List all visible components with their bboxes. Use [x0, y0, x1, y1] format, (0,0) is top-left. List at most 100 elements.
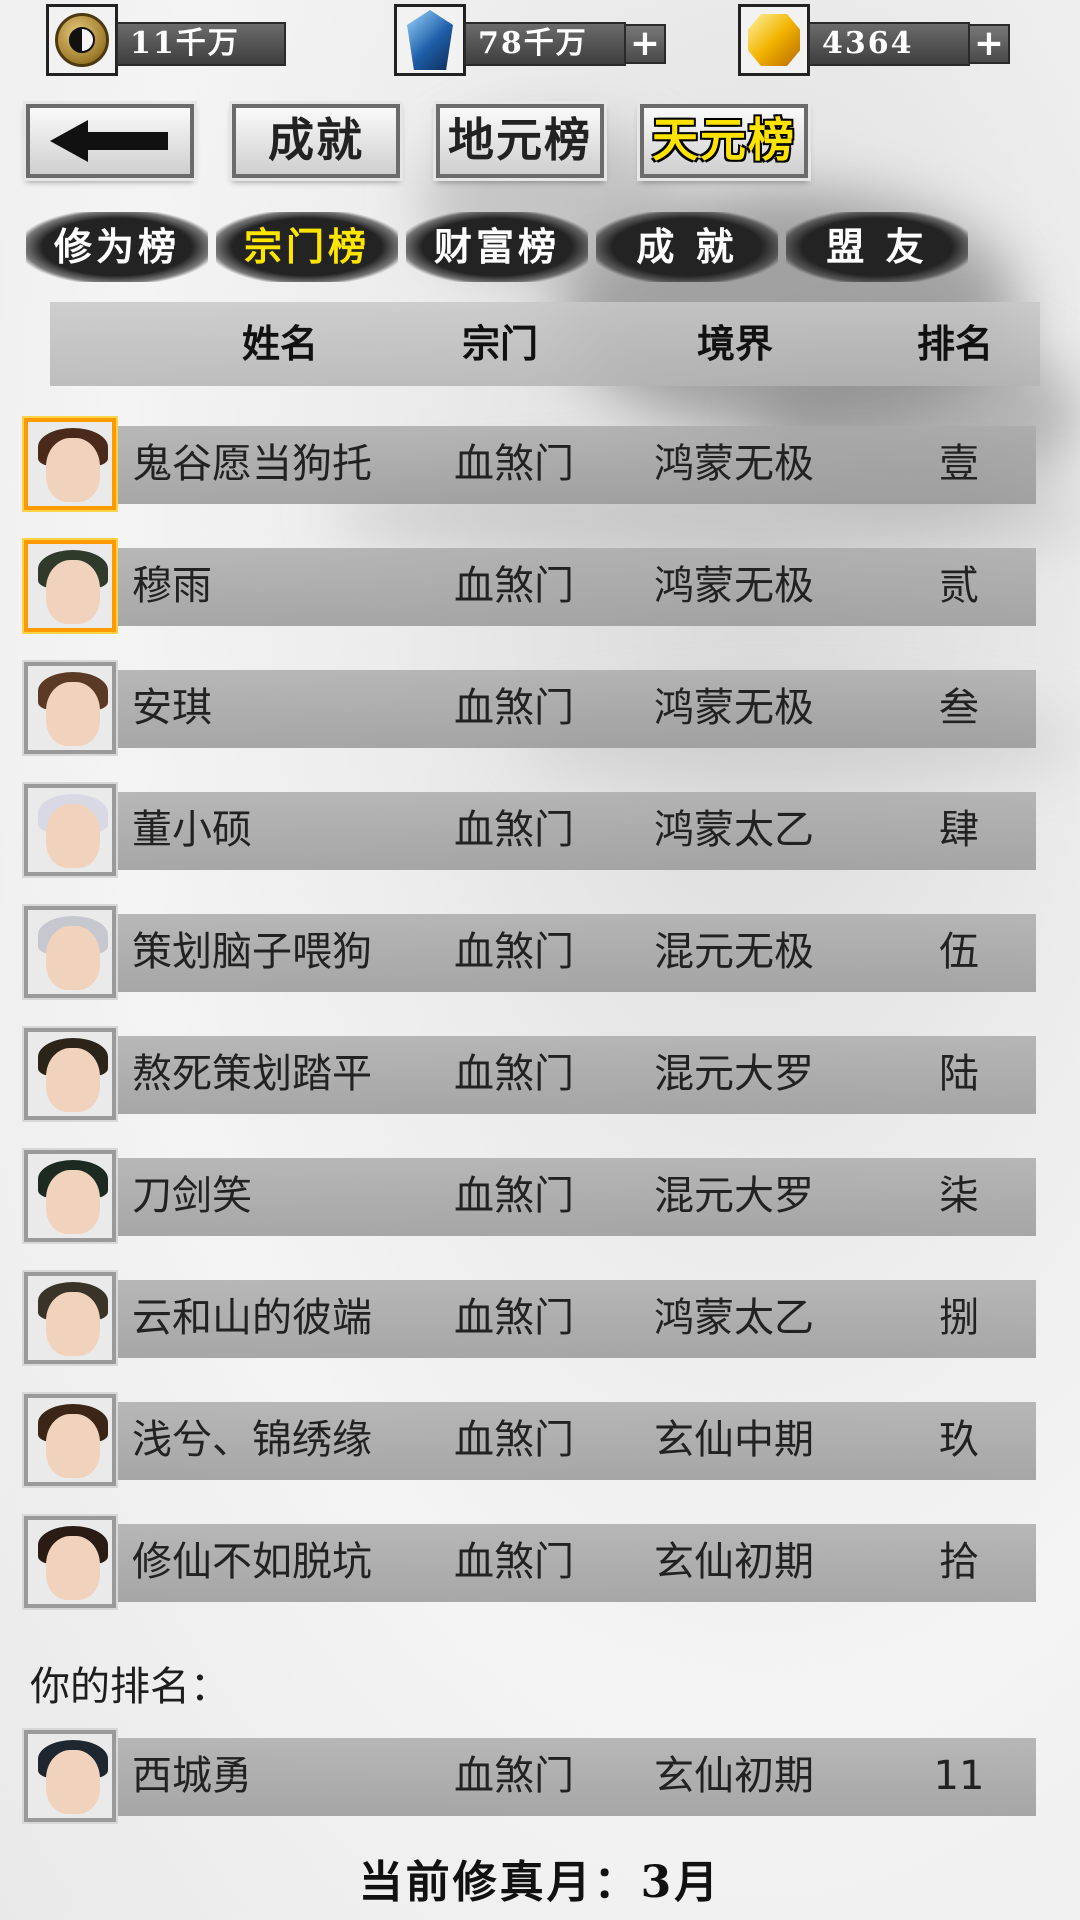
player-realm: 鸿蒙无极 [654, 685, 814, 731]
player-sect: 血煞门 [454, 1051, 574, 1097]
tab-achievement[interactable]: 成 就 [596, 212, 778, 282]
player-realm: 鸿蒙无极 [654, 563, 814, 609]
avatar-face [46, 560, 100, 624]
player-name: 鬼谷愿当狗托 [132, 441, 372, 487]
player-name: 云和山的彼端 [132, 1295, 372, 1341]
player-sect: 血煞门 [454, 1753, 574, 1799]
blue-crystal-icon [394, 4, 466, 76]
player-realm: 混元大罗 [654, 1173, 814, 1219]
player-rank: 叁 [939, 685, 979, 731]
table-row[interactable]: 云和山的彼端 血煞门 鸿蒙太乙 捌 [22, 1270, 1036, 1366]
player-sect: 血煞门 [454, 1417, 574, 1463]
resource-crystal: 78千万 + [394, 4, 674, 80]
player-rank: 伍 [939, 929, 979, 975]
avatar[interactable] [22, 538, 118, 634]
table-row[interactable]: 策划脑子喂狗 血煞门 混元无极 伍 [22, 904, 1036, 1000]
back-arrow-icon [50, 120, 168, 162]
earth-board-button[interactable]: 地元榜 [433, 101, 607, 181]
player-realm: 玄仙中期 [654, 1417, 814, 1463]
resource-value: 78千万 [464, 22, 626, 66]
player-rank: 玖 [939, 1417, 979, 1463]
player-sect: 血煞门 [454, 929, 574, 975]
player-realm: 鸿蒙太乙 [654, 1295, 814, 1341]
tab-cultivation[interactable]: 修为榜 [26, 212, 208, 282]
avatar-face [46, 1536, 100, 1600]
current-month: 当前修真月：3月 [358, 1857, 722, 1908]
avatar[interactable] [22, 782, 118, 878]
resource-value: 4364 [808, 22, 970, 66]
player-realm: 玄仙初期 [654, 1539, 814, 1585]
add-gold-button[interactable]: + [968, 24, 1010, 64]
table-row[interactable]: 修仙不如脱坑 血煞门 玄仙初期 拾 [22, 1514, 1036, 1610]
player-rank: 贰 [939, 563, 979, 609]
avatar[interactable] [22, 1728, 118, 1824]
avatar-face [46, 1292, 100, 1356]
table-row[interactable]: 穆雨 血煞门 鸿蒙无极 贰 [22, 538, 1036, 634]
table-row[interactable]: 董小硕 血煞门 鸿蒙太乙 肆 [22, 782, 1036, 878]
player-name: 安琪 [132, 685, 212, 731]
player-name: 刀剑笑 [132, 1173, 252, 1219]
avatar[interactable] [22, 1270, 118, 1366]
resource-value: 11千万 [116, 22, 286, 66]
add-crystal-button[interactable]: + [624, 24, 666, 64]
avatar[interactable] [22, 1514, 118, 1610]
player-name: 修仙不如脱坑 [132, 1539, 372, 1585]
header-sect: 宗门 [461, 321, 538, 366]
player-realm: 玄仙初期 [654, 1753, 814, 1799]
tab-allies[interactable]: 盟 友 [786, 212, 968, 282]
player-name: 穆雨 [132, 563, 212, 609]
player-sect: 血煞门 [454, 563, 574, 609]
avatar[interactable] [22, 1392, 118, 1488]
table-row[interactable]: 鬼谷愿当狗托 血煞门 鸿蒙无极 壹 [22, 416, 1036, 512]
player-realm: 混元无极 [654, 929, 814, 975]
avatar[interactable] [22, 1026, 118, 1122]
heaven-board-button[interactable]: 天元榜 [637, 101, 811, 181]
avatar[interactable] [22, 416, 118, 512]
player-rank: 肆 [939, 807, 979, 853]
table-header: 姓名 宗门 境界 排名 [50, 302, 1040, 386]
player-name: 浅兮、锦绣缘 [132, 1417, 372, 1463]
table-row[interactable]: 刀剑笑 血煞门 混元大罗 柒 [22, 1148, 1036, 1244]
header-realm: 境界 [696, 321, 773, 366]
player-sect: 血煞门 [454, 441, 574, 487]
avatar-face [46, 926, 100, 990]
tab-wealth[interactable]: 财富榜 [406, 212, 588, 282]
my-rank-row[interactable]: 西城勇 血煞门 玄仙初期 11 [22, 1728, 1036, 1824]
avatar[interactable] [22, 1148, 118, 1244]
avatar[interactable] [22, 660, 118, 756]
avatar-face [46, 682, 100, 746]
back-button[interactable] [23, 101, 197, 181]
avatar-face [46, 804, 100, 868]
player-rank: 陆 [939, 1051, 979, 1097]
table-row[interactable]: 熬死策划踏平 血煞门 混元大罗 陆 [22, 1026, 1036, 1122]
player-realm: 鸿蒙无极 [654, 441, 814, 487]
gold-gem-icon [738, 4, 810, 76]
player-sect: 血煞门 [454, 1539, 574, 1585]
player-name: 熬死策划踏平 [132, 1051, 372, 1097]
player-realm: 鸿蒙太乙 [654, 807, 814, 853]
achievement-button[interactable]: 成就 [229, 101, 403, 181]
player-sect: 血煞门 [454, 1295, 574, 1341]
your-rank-label: 你的排名： [30, 1664, 230, 1710]
player-rank: 11 [933, 1753, 985, 1799]
tab-sect[interactable]: 宗门榜 [216, 212, 398, 282]
player-realm: 混元大罗 [654, 1051, 814, 1097]
player-rank: 壹 [939, 441, 979, 487]
resource-taiji: 11千万 [46, 4, 286, 80]
player-rank: 柒 [939, 1173, 979, 1219]
table-row[interactable]: 浅兮、锦绣缘 血煞门 玄仙中期 玖 [22, 1392, 1036, 1488]
header-rank: 排名 [916, 321, 993, 366]
avatar-face [46, 1170, 100, 1234]
avatar-face [46, 1414, 100, 1478]
avatar[interactable] [22, 904, 118, 1000]
player-name: 策划脑子喂狗 [132, 929, 372, 975]
avatar-face [46, 438, 100, 502]
player-rank: 拾 [939, 1539, 979, 1585]
avatar-face [46, 1048, 100, 1112]
player-sect: 血煞门 [454, 1173, 574, 1219]
player-name: 西城勇 [132, 1753, 252, 1799]
taiji-coin-icon [46, 4, 118, 76]
player-name: 董小硕 [132, 807, 252, 853]
table-row[interactable]: 安琪 血煞门 鸿蒙无极 叁 [22, 660, 1036, 756]
player-rank: 捌 [939, 1295, 979, 1341]
